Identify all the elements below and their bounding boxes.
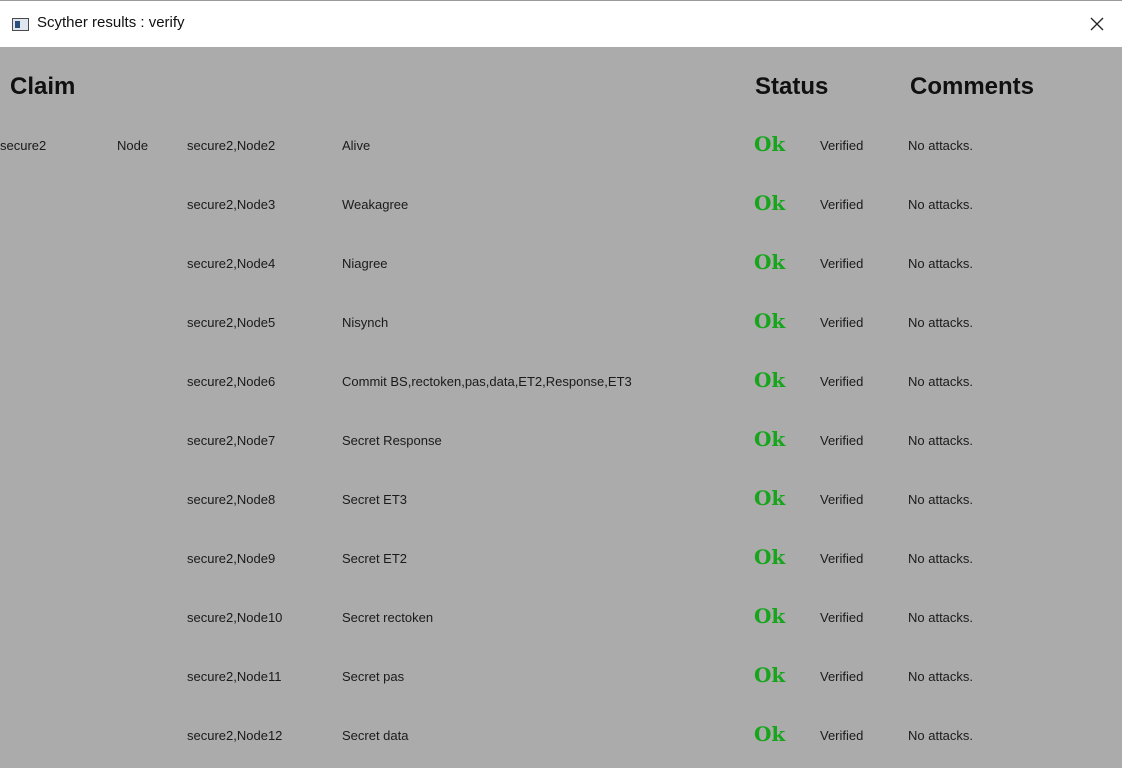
claim-header: Claim: [10, 73, 76, 100]
comment-cell: No attacks.: [908, 610, 974, 625]
claim-id-cell: secure2,Node2: [187, 138, 276, 153]
claim-cell: Secret data: [342, 728, 409, 743]
status-ok-cell: Ok: [754, 250, 786, 274]
status-ok-cell: Ok: [754, 663, 786, 687]
claim-cell: Secret ET3: [342, 492, 408, 507]
table-row: secure2,Node6 Commit BS,rectoken,pas,data…: [0, 368, 1122, 398]
claim-id-cell: secure2,Node3: [187, 197, 276, 212]
claim-cell: Secret rectoken: [342, 610, 434, 625]
verdict-cell: Verified: [820, 197, 864, 212]
claim-cell: Secret ET2: [342, 551, 408, 566]
table-row: secure2 Node secure2,Node2 Alive Ok Verified N…: [0, 132, 1122, 162]
claim-id-cell: secure2,Node11: [187, 669, 282, 684]
status-ok-cell: Ok: [754, 368, 786, 392]
claim-id-cell: secure2,Node5: [187, 315, 276, 330]
verdict-cell: Verified: [820, 669, 864, 684]
claim-cell: Commit BS,rectoken,pas,data,ET2,Response…: [342, 374, 632, 389]
table-row: secure2,Node12 Secret data Ok Verified No at…: [0, 722, 1122, 752]
table-row: secure2,Node4 Niagree Ok Verified No attacks…: [0, 250, 1122, 280]
status-ok-cell: Ok: [754, 545, 786, 569]
verdict-cell: Verified: [820, 138, 864, 153]
verdict-cell: Verified: [820, 433, 864, 448]
comment-cell: No attacks.: [908, 256, 974, 271]
verdict-cell: Verified: [820, 492, 864, 507]
close-button[interactable]: [1072, 1, 1122, 47]
claim-cell: Weakagree: [342, 197, 409, 212]
protocol-cell: secure2: [0, 138, 47, 153]
status-header: Status: [755, 73, 829, 100]
claim-id-cell: secure2,Node6: [187, 374, 276, 389]
table-row: secure2,Node10 Secret rectoken Ok Verified N…: [0, 604, 1122, 634]
claim-cell: Nisynch: [342, 315, 389, 330]
verdict-cell: Verified: [820, 256, 864, 271]
claim-id-cell: secure2,Node10: [187, 610, 283, 625]
claim-cell: Secret Response: [342, 433, 442, 448]
status-ok-cell: Ok: [754, 604, 786, 628]
claim-cell: Alive: [342, 138, 371, 153]
status-ok-cell: Ok: [754, 486, 786, 510]
table-row: secure2,Node11 Secret pas Ok Verified No att…: [0, 663, 1122, 693]
status-ok-cell: Ok: [754, 191, 786, 215]
status-ok-cell: Ok: [754, 309, 786, 333]
verdict-cell: Verified: [820, 728, 864, 743]
verdict-cell: Verified: [820, 315, 864, 330]
claim-id-cell: secure2,Node12: [187, 728, 283, 743]
status-ok-cell: Ok: [754, 132, 786, 156]
comment-cell: No attacks.: [908, 728, 974, 743]
results-pane: Claim Status Comments secure2 Node secure2…: [0, 47, 1122, 768]
comment-cell: No attacks.: [908, 197, 974, 212]
claim-id-cell: secure2,Node7: [187, 433, 276, 448]
table-row: secure2,Node7 Secret Response Ok Verified No…: [0, 427, 1122, 457]
role-cell: Node: [117, 138, 149, 153]
table-row: secure2,Node5 Nisynch Ok Verified No attacks…: [0, 309, 1122, 339]
close-icon: [1090, 17, 1104, 31]
status-ok-cell: Ok: [754, 427, 786, 451]
claim-id-cell: secure2,Node4: [187, 256, 276, 271]
title-bar: Scyther results : verify: [0, 0, 1122, 47]
verdict-cell: Verified: [820, 610, 864, 625]
claim-cell: Secret pas: [342, 669, 405, 684]
comment-cell: No attacks.: [908, 433, 974, 448]
claim-id-cell: secure2,Node9: [187, 551, 276, 566]
app-icon: [12, 18, 29, 31]
table-row: secure2,Node9 Secret ET2 Ok Verified No atta…: [0, 545, 1122, 575]
table-row: secure2,Node8 Secret ET3 Ok Verified No atta…: [0, 486, 1122, 516]
comment-cell: No attacks.: [908, 669, 974, 684]
claim-cell: Niagree: [342, 256, 388, 271]
comment-cell: No attacks.: [908, 374, 974, 389]
status-ok-cell: Ok: [754, 722, 786, 746]
comment-cell: No attacks.: [908, 551, 974, 566]
window-title: Scyther results : verify: [37, 14, 185, 31]
comment-cell: No attacks.: [908, 492, 974, 507]
verdict-cell: Verified: [820, 374, 864, 389]
verdict-cell: Verified: [820, 551, 864, 566]
comments-header: Comments: [910, 73, 1035, 100]
comment-cell: No attacks.: [908, 138, 974, 153]
comment-cell: No attacks.: [908, 315, 974, 330]
table-row: secure2,Node3 Weakagree Ok Verified No attac…: [0, 191, 1122, 221]
claim-id-cell: secure2,Node8: [187, 492, 276, 507]
